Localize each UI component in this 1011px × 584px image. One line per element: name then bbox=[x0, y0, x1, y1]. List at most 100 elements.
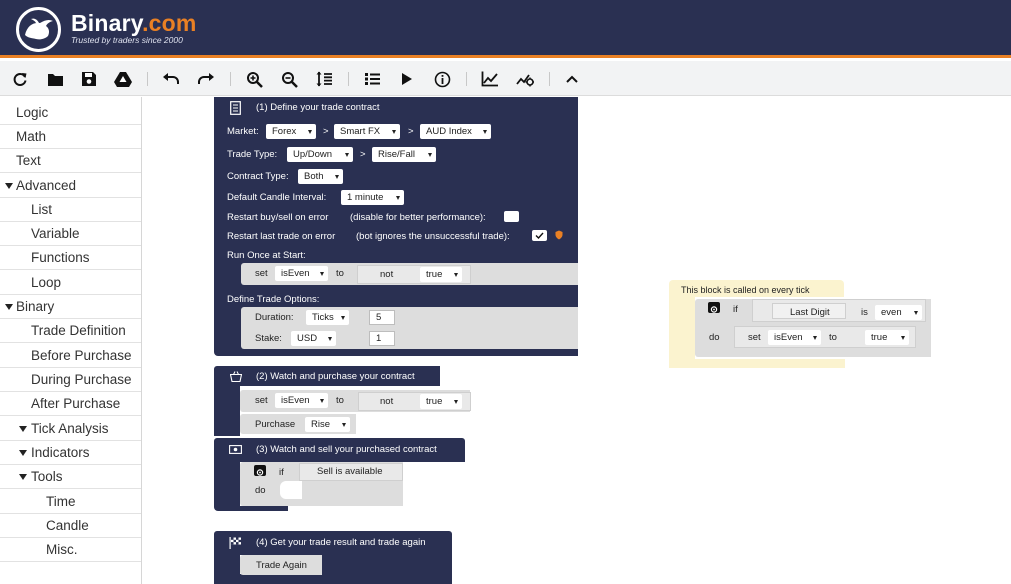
boolean-dropdown[interactable]: true bbox=[420, 267, 462, 282]
sell-block-body bbox=[214, 462, 240, 511]
trade-type-dropdown[interactable]: Rise/Fall bbox=[372, 147, 436, 162]
variable-dropdown[interactable]: isEven bbox=[768, 330, 821, 345]
symbol-dropdown[interactable]: AUD Index bbox=[420, 124, 491, 139]
bull-logo-icon[interactable] bbox=[16, 7, 61, 52]
market-label: Market: bbox=[227, 126, 259, 137]
trade-definition-block[interactable]: (1) Define your trade contract Market: F… bbox=[214, 97, 578, 356]
contract-type-dropdown[interactable]: Both bbox=[298, 169, 343, 184]
is-keyword: is bbox=[861, 307, 868, 318]
sell-block-title: (3) Watch and sell your purchased contra… bbox=[256, 444, 437, 455]
sidebar-item-indicators[interactable]: Indicators bbox=[0, 441, 141, 465]
set-keyword: set bbox=[255, 395, 268, 406]
trade-options-label: Define Trade Options: bbox=[227, 294, 320, 305]
contract-type-label: Contract Type: bbox=[227, 171, 289, 182]
sidebar-item-advanced[interactable]: Advanced bbox=[0, 174, 141, 198]
zoom-out-icon[interactable] bbox=[278, 68, 300, 90]
toolbox-sidebar: Logic Math Text Advanced List Variable F… bbox=[0, 97, 142, 584]
google-drive-icon[interactable] bbox=[112, 68, 134, 90]
brand-tagline: Trusted by traders since 2000 bbox=[71, 35, 183, 45]
sidebar-item-tools[interactable]: Tools bbox=[0, 465, 141, 489]
toolbar bbox=[0, 61, 1011, 96]
sidebar-item-candle[interactable]: Candle bbox=[0, 514, 141, 538]
market-dropdown[interactable]: Forex bbox=[266, 124, 316, 139]
after-purchase-header[interactable]: (4) Get your trade result and trade agai… bbox=[214, 531, 452, 555]
not-keyword: not bbox=[380, 396, 394, 407]
tick-block-body bbox=[669, 297, 695, 368]
sidebar-item-misc[interactable]: Misc. bbox=[0, 538, 141, 562]
brand-name[interactable]: Binary.com bbox=[71, 10, 197, 37]
chart-icon[interactable] bbox=[479, 68, 501, 90]
trade-block-title: (1) Define your trade contract bbox=[256, 102, 380, 113]
rearrange-icon[interactable] bbox=[313, 68, 335, 90]
restart-last-label: Restart last trade on error bbox=[227, 231, 336, 242]
variable-dropdown[interactable]: isEven bbox=[275, 393, 328, 408]
purchase-keyword: Purchase bbox=[255, 419, 296, 430]
collapse-icon[interactable] bbox=[561, 68, 583, 90]
sidebar-item-tick-analysis[interactable]: Tick Analysis bbox=[0, 417, 141, 441]
run-once-label: Run Once at Start: bbox=[227, 250, 306, 261]
sidebar-item-after-purchase[interactable]: After Purchase bbox=[0, 392, 141, 416]
submarket-separator: > bbox=[408, 126, 414, 137]
candle-interval-label: Default Candle Interval: bbox=[227, 192, 327, 203]
gear-icon[interactable] bbox=[254, 465, 266, 476]
sidebar-item-variable[interactable]: Variable bbox=[0, 222, 141, 246]
purchase-type-dropdown[interactable]: Rise bbox=[305, 417, 350, 432]
variable-dropdown[interactable]: isEven bbox=[275, 266, 328, 281]
run-icon[interactable] bbox=[396, 68, 418, 90]
sidebar-item-functions[interactable]: Functions bbox=[0, 246, 141, 270]
boolean-dropdown[interactable]: true bbox=[420, 394, 462, 409]
boolean-dropdown[interactable]: true bbox=[865, 330, 909, 345]
duration-unit-dropdown[interactable]: Ticks bbox=[306, 310, 349, 325]
redo-icon[interactable] bbox=[195, 68, 217, 90]
purchase-block-header[interactable]: (2) Watch and purchase your contract bbox=[214, 366, 440, 386]
duration-input[interactable]: 5 bbox=[369, 310, 395, 325]
to-keyword: to bbox=[336, 268, 344, 279]
after-purchase-footer bbox=[214, 574, 452, 584]
to-keyword: to bbox=[336, 395, 344, 406]
warning-shield-icon bbox=[555, 230, 563, 240]
sidebar-item-list[interactable]: List bbox=[0, 198, 141, 222]
submarket-dropdown[interactable]: Smart FX bbox=[334, 124, 400, 139]
candle-interval-dropdown[interactable]: 1 minute bbox=[341, 190, 404, 205]
info-icon[interactable] bbox=[431, 68, 453, 90]
sidebar-item-text[interactable]: Text bbox=[0, 149, 141, 173]
sell-available-condition: Sell is available bbox=[317, 466, 383, 477]
chevron-down-icon bbox=[335, 175, 339, 179]
open-folder-icon[interactable] bbox=[44, 68, 66, 90]
chevron-down-icon bbox=[328, 337, 332, 341]
sidebar-item-before-purchase[interactable]: Before Purchase bbox=[0, 344, 141, 368]
sidebar-item-trade-definition[interactable]: Trade Definition bbox=[0, 319, 141, 343]
sidebar-item-binary[interactable]: Binary bbox=[0, 295, 141, 319]
chevron-down-icon bbox=[483, 130, 487, 134]
sidebar-item-logic[interactable]: Logic bbox=[0, 101, 141, 125]
zoom-in-icon[interactable] bbox=[243, 68, 265, 90]
chevron-down-icon bbox=[308, 130, 312, 134]
undo-icon[interactable] bbox=[160, 68, 182, 90]
after-purchase-body bbox=[214, 555, 240, 574]
chevron-down-icon bbox=[813, 336, 817, 340]
parity-dropdown[interactable]: even bbox=[875, 305, 922, 320]
caret-down-icon bbox=[19, 450, 27, 456]
chevron-down-icon bbox=[320, 399, 324, 403]
chevron-down-icon bbox=[428, 153, 432, 157]
stake-input[interactable]: 1 bbox=[369, 331, 395, 346]
restart-last-checkbox[interactable] bbox=[532, 230, 547, 241]
sidebar-item-loop[interactable]: Loop bbox=[0, 271, 141, 295]
sidebar-item-time[interactable]: Time bbox=[0, 490, 141, 514]
blockly-workspace[interactable]: (1) Define your trade contract Market: F… bbox=[142, 97, 1011, 584]
caret-down-icon bbox=[5, 183, 13, 189]
trade-category-dropdown[interactable]: Up/Down bbox=[287, 147, 353, 162]
save-icon[interactable] bbox=[78, 68, 100, 90]
after-purchase-body-right bbox=[322, 555, 452, 574]
currency-dropdown[interactable]: USD bbox=[291, 331, 336, 346]
sell-block-header[interactable]: (3) Watch and sell your purchased contra… bbox=[214, 438, 465, 462]
integrations-icon[interactable] bbox=[514, 68, 536, 90]
sidebar-item-during-purchase[interactable]: During Purchase bbox=[0, 368, 141, 392]
gear-icon[interactable] bbox=[708, 302, 720, 313]
if-keyword: if bbox=[279, 467, 284, 478]
caret-down-icon bbox=[19, 474, 27, 480]
summary-icon[interactable] bbox=[361, 68, 383, 90]
reset-icon[interactable] bbox=[9, 68, 31, 90]
sidebar-item-math[interactable]: Math bbox=[0, 125, 141, 149]
restart-error-checkbox[interactable] bbox=[504, 211, 519, 222]
